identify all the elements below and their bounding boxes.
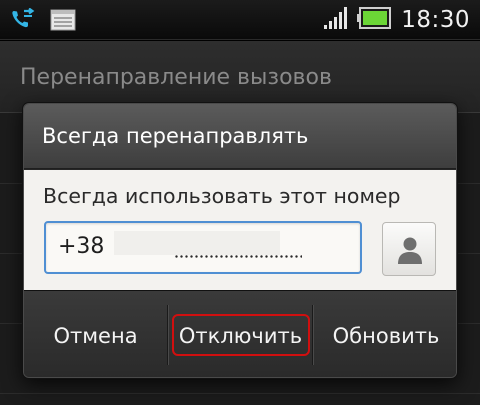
phone-number-input[interactable]: +38: [44, 221, 362, 274]
dialog-button-bar: Отмена Отключить Обновить: [24, 290, 456, 377]
call-forward-icon: [10, 7, 36, 36]
background-title: Перенаправление вызовов: [20, 65, 332, 90]
dialog-title: Всегда перенаправлять: [42, 124, 309, 148]
notification-icons: [10, 7, 90, 36]
battery-icon: [357, 7, 392, 33]
redacted-digits: [114, 231, 302, 258]
number-label: Всегда использовать этот номер: [43, 184, 401, 208]
forward-dialog: Всегда перенаправлять Всегда использоват…: [23, 103, 457, 378]
contact-picker-button[interactable]: [382, 222, 436, 276]
update-button[interactable]: Обновить: [314, 291, 456, 377]
disable-button-highlight: [172, 314, 310, 356]
signal-icon: [323, 6, 349, 34]
clock: 18:30: [401, 7, 470, 33]
dialog-body: Всегда использовать этот номер +38: [24, 170, 456, 290]
contact-person-icon: [395, 235, 425, 269]
notes-icon: [50, 9, 76, 35]
phone-number-value: +38: [58, 234, 105, 259]
cancel-button[interactable]: Отмена: [24, 291, 167, 377]
dialog-header: Всегда перенаправлять: [24, 104, 456, 169]
masked-dots: [174, 255, 302, 258]
status-bar: 18:30: [0, 0, 480, 40]
